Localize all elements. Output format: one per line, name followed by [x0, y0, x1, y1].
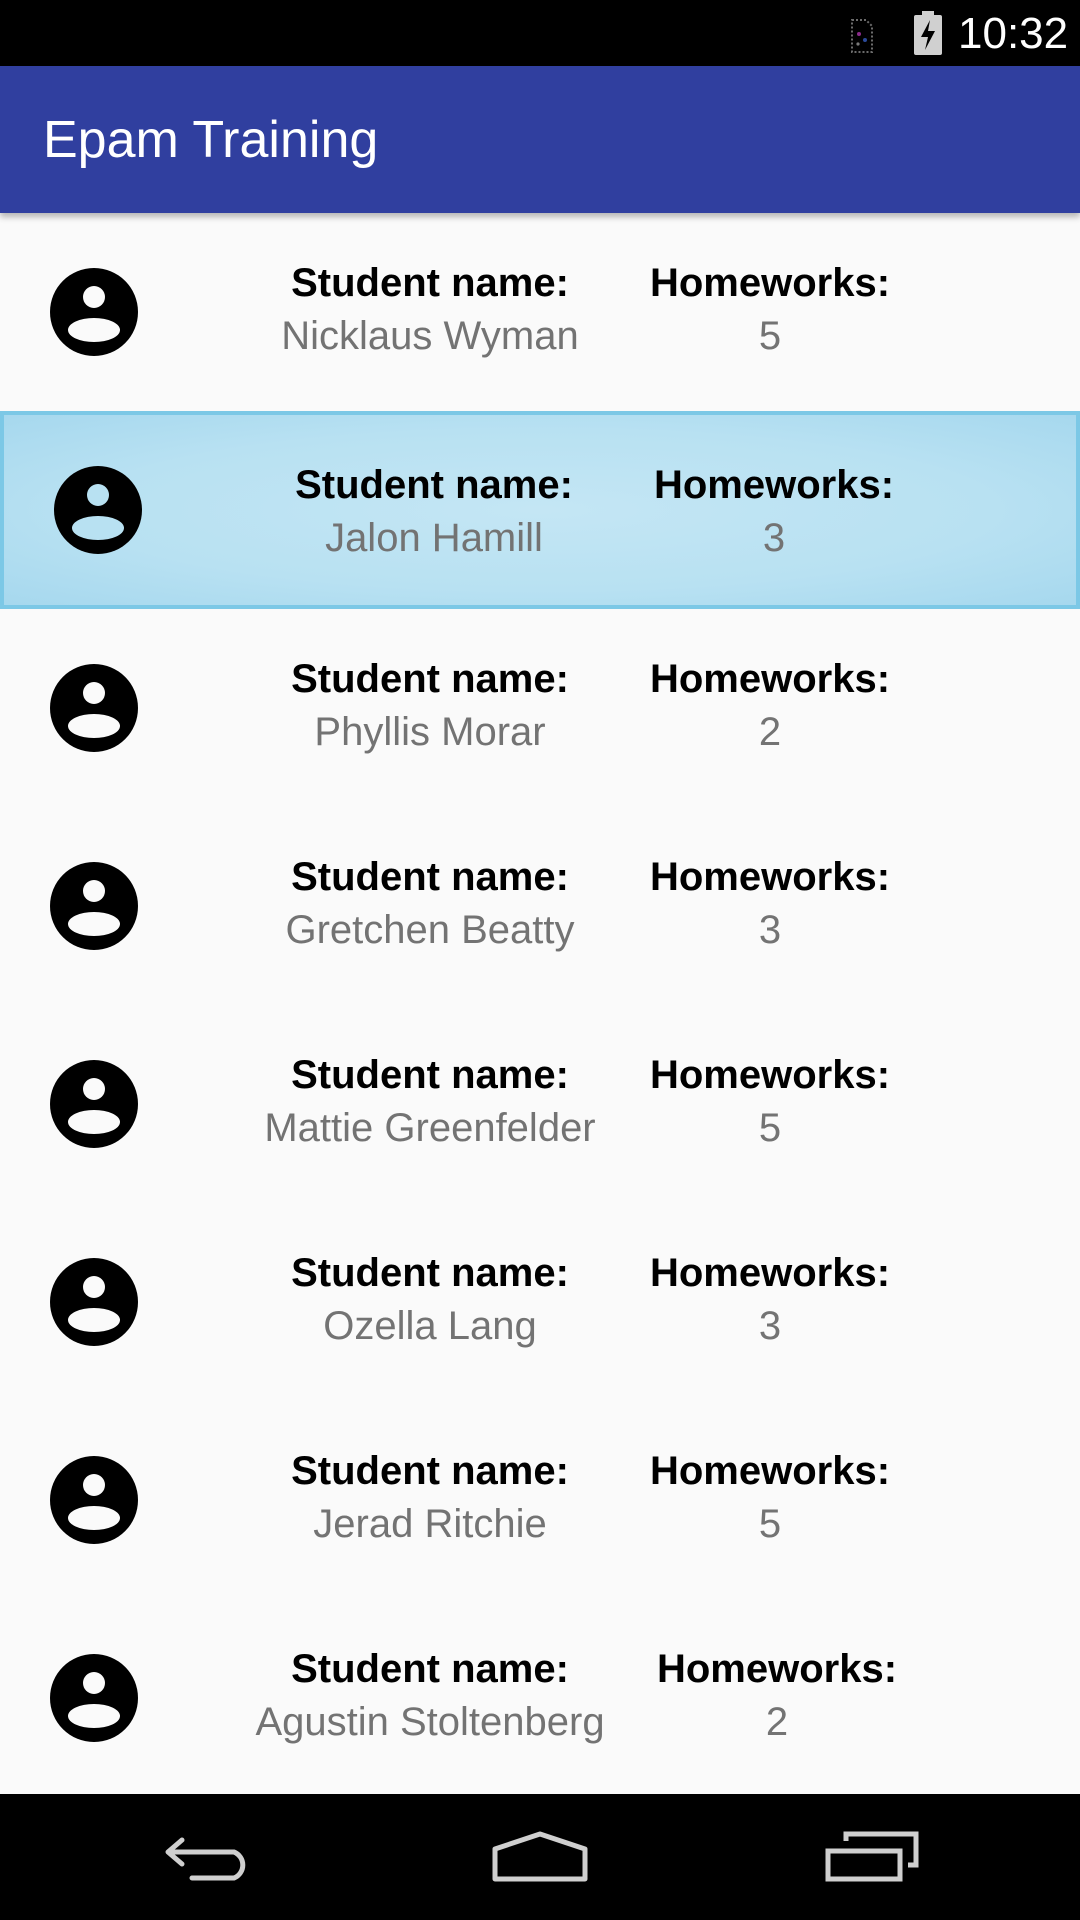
- status-time: 10:32: [958, 9, 1069, 58]
- list-item[interactable]: Student name: Jerad Ritchie Homeworks: 5: [0, 1401, 1080, 1599]
- homeworks-value: 3: [758, 1304, 782, 1348]
- student-name-label: Student name:: [291, 1647, 569, 1691]
- homeworks-label: Homeworks:: [649, 657, 891, 701]
- homeworks-column: Homeworks: 2: [637, 1643, 917, 1749]
- list-item[interactable]: Student name: Phyllis Morar Homeworks: 2: [0, 609, 1080, 807]
- list-item[interactable]: Student name: Jalon Hamill Homeworks: 3: [0, 411, 1080, 609]
- student-name-label: Student name:: [291, 1251, 569, 1295]
- account-circle-icon: [50, 664, 138, 752]
- student-name-value: Agustin Stoltenberg: [255, 1700, 605, 1744]
- account-circle-icon: [50, 1060, 138, 1148]
- account-circle-icon: [50, 862, 138, 950]
- back-button[interactable]: [150, 1824, 270, 1890]
- student-name-column: Student name: Nicklaus Wyman: [230, 257, 630, 363]
- homeworks-label: Homeworks:: [656, 1647, 898, 1691]
- student-name-value: Gretchen Beatty: [285, 908, 575, 952]
- homeworks-value: 5: [758, 1106, 782, 1150]
- list-item[interactable]: Student name: Ozella Lang Homeworks: 3: [0, 1203, 1080, 1401]
- list-item[interactable]: Student name: Mattie Greenfelder Homeworks…: [0, 1005, 1080, 1203]
- student-name-label: Student name:: [291, 657, 569, 701]
- battery-charging-icon: [914, 11, 942, 55]
- recents-icon: [825, 1831, 919, 1882]
- list-item[interactable]: Student name: Agustin Stoltenberg Homework…: [0, 1599, 1080, 1794]
- status-bar: 10:32: [0, 0, 1080, 66]
- account-circle-icon: [50, 268, 138, 356]
- homeworks-value: 3: [758, 908, 782, 952]
- navigation-bar: [0, 1794, 1080, 1920]
- homeworks-value: 5: [758, 314, 782, 358]
- no-sim-icon: [851, 19, 873, 53]
- homeworks-value: 5: [758, 1502, 782, 1546]
- homeworks-label: Homeworks:: [649, 1449, 891, 1493]
- student-name-column: Student name: Phyllis Morar: [230, 653, 630, 759]
- student-name-label: Student name:: [291, 1053, 569, 1097]
- list-item[interactable]: Student name: Gretchen Beatty Homeworks: 3: [0, 807, 1080, 1005]
- homeworks-value: 2: [765, 1700, 789, 1744]
- homeworks-value: 3: [762, 516, 786, 560]
- app-bar: Epam Training: [0, 66, 1080, 213]
- homeworks-label: Homeworks:: [649, 1053, 891, 1097]
- app-title: Epam Training: [43, 111, 379, 169]
- account-circle-icon: [50, 1258, 138, 1346]
- homeworks-label: Homeworks:: [649, 855, 891, 899]
- student-name-column: Student name: Agustin Stoltenberg: [230, 1643, 630, 1749]
- student-name-column: Student name: Jerad Ritchie: [230, 1445, 630, 1551]
- student-name-value: Jalon Hamill: [325, 516, 543, 560]
- student-name-value: Nicklaus Wyman: [281, 314, 579, 358]
- homeworks-column: Homeworks: 5: [630, 1049, 910, 1155]
- student-name-value: Mattie Greenfelder: [264, 1106, 596, 1150]
- homeworks-column: Homeworks: 5: [630, 1445, 910, 1551]
- list-item[interactable]: Student name: Nicklaus Wyman Homeworks: 5: [0, 213, 1080, 411]
- homeworks-value: 2: [758, 710, 782, 754]
- homeworks-column: Homeworks: 2: [630, 653, 910, 759]
- account-circle-icon: [50, 1654, 138, 1742]
- recents-button[interactable]: [812, 1824, 932, 1890]
- homeworks-label: Homeworks:: [649, 261, 891, 305]
- back-icon: [165, 1837, 246, 1881]
- homeworks-column: Homeworks: 5: [630, 257, 910, 363]
- account-circle-icon: [50, 1456, 138, 1544]
- home-icon: [492, 1831, 588, 1882]
- student-name-value: Jerad Ritchie: [313, 1502, 547, 1546]
- student-name-column: Student name: Mattie Greenfelder: [230, 1049, 630, 1155]
- student-name-value: Phyllis Morar: [314, 710, 546, 754]
- homeworks-column: Homeworks: 3: [634, 459, 914, 565]
- student-name-label: Student name:: [291, 855, 569, 899]
- homeworks-label: Homeworks:: [653, 463, 895, 507]
- student-name-column: Student name: Ozella Lang: [230, 1247, 630, 1353]
- homeworks-label: Homeworks:: [649, 1251, 891, 1295]
- homeworks-column: Homeworks: 3: [630, 851, 910, 957]
- student-list[interactable]: Student name: Nicklaus Wyman Homeworks: 5 St…: [0, 213, 1080, 1794]
- student-name-label: Student name:: [291, 1449, 569, 1493]
- home-button[interactable]: [480, 1824, 600, 1890]
- student-name-column: Student name: Gretchen Beatty: [230, 851, 630, 957]
- student-name-label: Student name:: [291, 261, 569, 305]
- student-name-column: Student name: Jalon Hamill: [234, 459, 634, 565]
- account-circle-icon: [54, 466, 142, 554]
- student-name-value: Ozella Lang: [323, 1304, 537, 1348]
- student-name-label: Student name:: [295, 463, 573, 507]
- homeworks-column: Homeworks: 3: [630, 1247, 910, 1353]
